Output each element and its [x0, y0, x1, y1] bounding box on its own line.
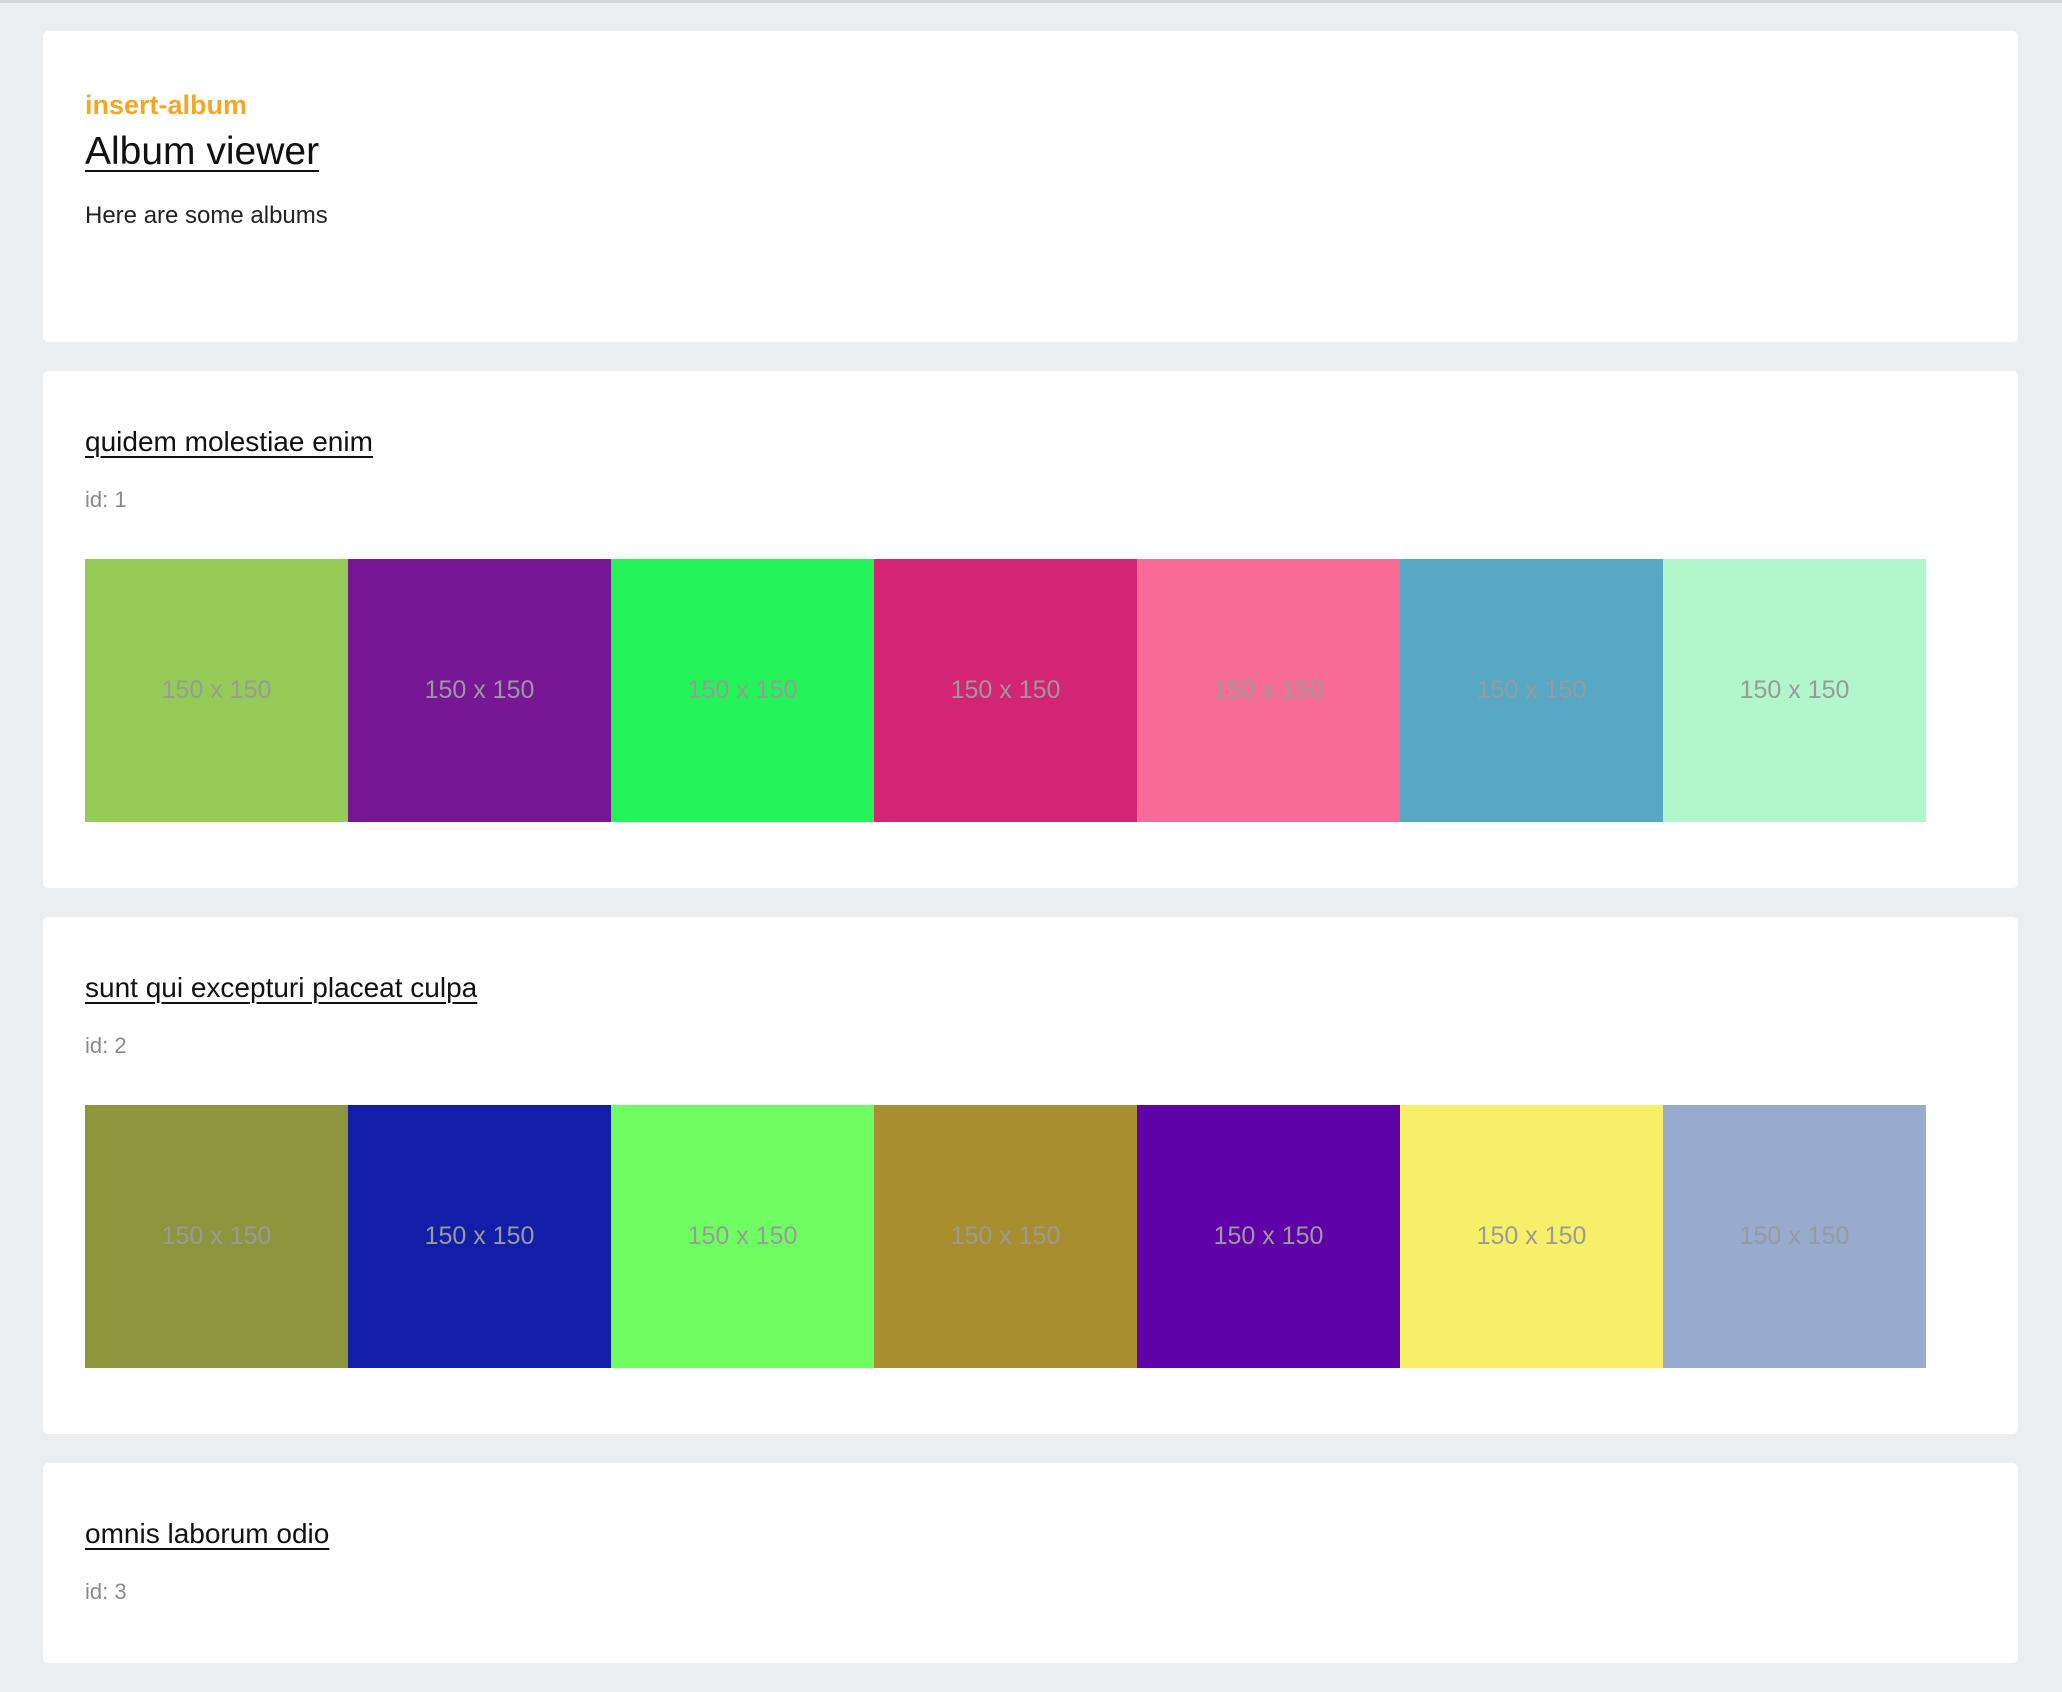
photo-thumbnail[interactable]: 150 x 150 — [611, 1105, 874, 1368]
album-title-link[interactable]: sunt qui excepturi placeat culpa — [85, 970, 477, 1006]
album-title-link[interactable]: quidem molestiae enim — [85, 424, 373, 460]
album-title-link[interactable]: omnis laborum odio — [85, 1516, 329, 1552]
photo-thumbnail[interactable]: 150 x 150 — [348, 1105, 611, 1368]
photo-thumbnail[interactable]: 150 x 150 — [1137, 559, 1400, 822]
album-page: insert-album Album viewer Here are some … — [43, 31, 2018, 1692]
photo-thumbnail[interactable]: 150 x 150 — [348, 559, 611, 822]
photo-thumbnail[interactable]: 150 x 150 — [1663, 559, 1926, 822]
album-id: id: 2 — [85, 1033, 127, 1058]
album-card: omnis laborum odio id: 3 — [43, 1463, 2018, 1663]
photo-thumbnail[interactable]: 150 x 150 — [85, 559, 348, 822]
photo-thumbnail[interactable]: 150 x 150 — [611, 559, 874, 822]
photo-thumbnail[interactable]: 150 x 150 — [1137, 1105, 1400, 1368]
photo-strip: 150 x 150 150 x 150 150 x 150 150 x 150 … — [85, 1105, 1976, 1368]
album-id: id: 1 — [85, 487, 127, 512]
album-card: quidem molestiae enim id: 1 150 x 150 15… — [43, 371, 2018, 888]
photo-thumbnail[interactable]: 150 x 150 — [874, 559, 1137, 822]
photo-thumbnail[interactable]: 150 x 150 — [1400, 559, 1663, 822]
intro-text: Here are some albums — [85, 202, 328, 229]
component-tag: insert-album — [85, 90, 248, 120]
photo-thumbnail[interactable]: 150 x 150 — [85, 1105, 348, 1368]
photo-strip: 150 x 150 150 x 150 150 x 150 150 x 150 … — [85, 559, 1976, 822]
photo-thumbnail[interactable]: 150 x 150 — [874, 1105, 1137, 1368]
page-title[interactable]: Album viewer — [85, 127, 1976, 177]
header-card: insert-album Album viewer Here are some … — [43, 31, 2018, 342]
photo-thumbnail[interactable]: 150 x 150 — [1663, 1105, 1926, 1368]
photo-thumbnail[interactable]: 150 x 150 — [1400, 1105, 1663, 1368]
window-top-border — [0, 0, 2062, 3]
album-id: id: 3 — [85, 1579, 127, 1604]
album-card: sunt qui excepturi placeat culpa id: 2 1… — [43, 917, 2018, 1434]
